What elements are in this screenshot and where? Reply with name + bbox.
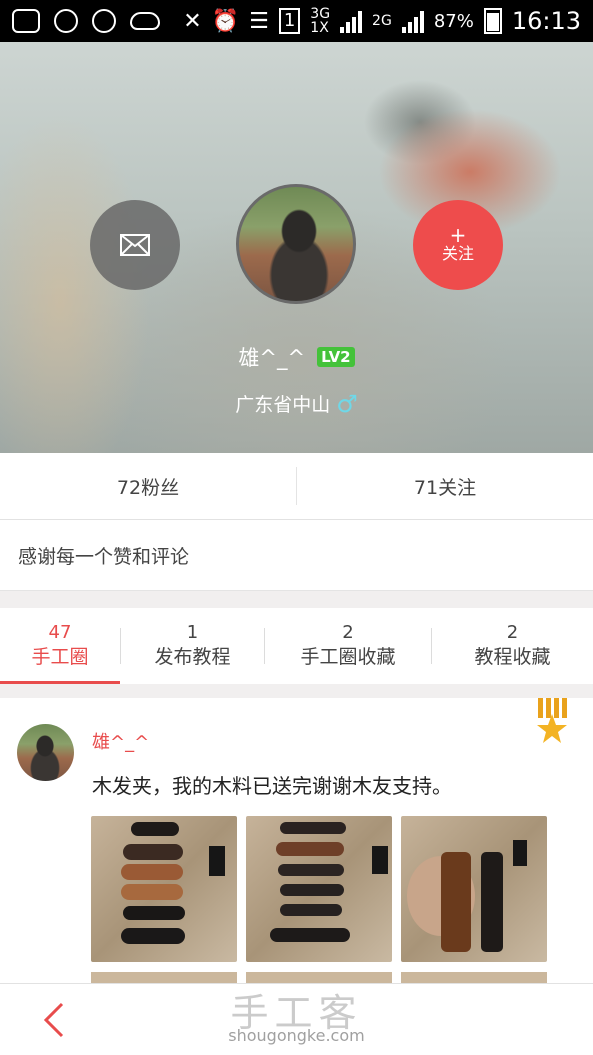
network-type: 3G 1X (310, 7, 330, 35)
tab-label: 手工圈收藏 (300, 646, 396, 668)
clock: 16:13 (511, 7, 581, 35)
follow-label: 关注 (441, 244, 474, 263)
post-text: 木发夹，我的木料已送完谢谢木友支持。 (92, 774, 452, 798)
tab-label: 发布教程 (154, 646, 231, 668)
alarm-icon: ⏰ (211, 8, 240, 34)
following-count[interactable]: 71关注 (296, 467, 593, 505)
message-icon (12, 9, 40, 33)
signal-2g-icon (401, 9, 424, 33)
medal-icon (537, 698, 567, 743)
tab-count: 2 (506, 622, 519, 643)
list-item[interactable]: 雄^_^ 木发夹，我的木料已送完谢谢木友支持。 (0, 698, 593, 983)
followers-count[interactable]: 72粉丝 (0, 453, 296, 519)
content-tabs: 47 手工圈 1 发布教程 2 手工圈收藏 2 教程收藏 (0, 608, 593, 685)
network-bottom: 1X (310, 20, 329, 36)
hair-clip-photo (270, 822, 388, 942)
tab-published-tutorials[interactable]: 1 发布教程 (121, 608, 264, 684)
cloud-icon (130, 12, 160, 30)
message-button[interactable] (90, 200, 180, 290)
mute-icon: ✕ (183, 8, 202, 34)
username-row: 雄^_^ LV2 (0, 342, 593, 372)
male-icon: ♂ (336, 389, 358, 418)
mail-icon (120, 234, 150, 256)
profile-header: + 关注 雄^_^ LV2 广东省中山 ♂ (0, 42, 593, 453)
location-row: 广东省中山 ♂ (0, 390, 593, 417)
tab-count: 2 (342, 622, 354, 643)
post-photo[interactable] (91, 816, 237, 962)
sync-icon (54, 9, 78, 33)
level-badge: LV2 (317, 347, 355, 367)
battery-percent: 87% (433, 10, 474, 32)
post-username[interactable]: 雄^_^ (92, 728, 149, 754)
signal-icon (340, 9, 363, 33)
location: 广东省中山 (235, 394, 331, 416)
post-photo[interactable] (246, 816, 392, 962)
notification-icon (92, 9, 116, 33)
tab-tutorial-favorites[interactable]: 2 教程收藏 (432, 608, 593, 684)
follow-button[interactable]: + 关注 (413, 200, 503, 290)
avatar[interactable] (236, 184, 356, 304)
bio: 感谢每一个赞和评论 (0, 520, 593, 590)
tab-handicraft-circle[interactable]: 47 手工圈 (0, 608, 120, 684)
divider (0, 590, 593, 610)
wifi-icon: ☰ (249, 8, 269, 34)
stats-bar: 72粉丝 71关注 (0, 453, 593, 520)
battery-icon (483, 8, 502, 34)
bottom-bar: 手工客 shougongke.com (0, 983, 593, 1055)
divider (0, 684, 593, 698)
plus-icon: + (449, 223, 467, 247)
hair-clip-photo (121, 822, 225, 944)
tab-count: 47 (48, 622, 72, 643)
avatar[interactable] (17, 724, 74, 781)
sim-indicator: 1 (278, 8, 301, 34)
hair-clip-photo (407, 840, 527, 952)
watermark-url: shougongke.com (228, 1026, 365, 1045)
tab-label: 手工圈 (31, 646, 89, 668)
tab-label: 教程收藏 (474, 646, 551, 668)
post-photo[interactable] (401, 816, 547, 962)
username: 雄^_^ (238, 346, 306, 370)
network-2g: 2G (372, 13, 392, 29)
status-bar: ✕ ⏰ ☰ 1 3G 1X 2G 87% 16:13 (0, 0, 593, 42)
tab-circle-favorites[interactable]: 2 手工圈收藏 (265, 608, 431, 684)
tab-count: 1 (186, 622, 199, 643)
